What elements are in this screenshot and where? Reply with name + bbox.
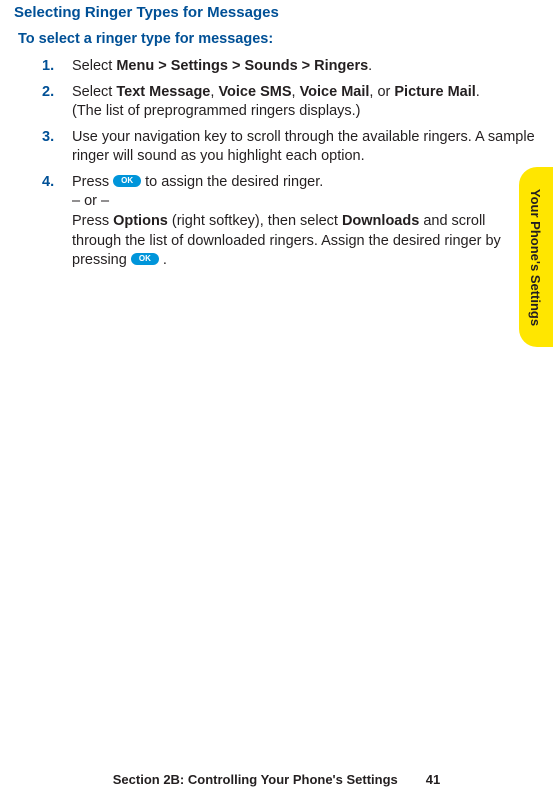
step-4: 4. Press OK to assign the desired ringer… (42, 173, 535, 271)
step-number: 3. (42, 128, 54, 148)
ok-button-icon: OK (131, 253, 159, 265)
settings-label: Settings (171, 58, 228, 74)
step-text: to assign the desired ringer. (141, 174, 323, 190)
step-3: 3. Use your navigation key to scroll thr… (42, 128, 535, 167)
step-text: Select (72, 84, 116, 100)
page-number: 41 (426, 772, 440, 787)
step-text: . (159, 252, 167, 268)
step-text-line2: (The list of preprogrammed ringers displ… (72, 103, 361, 119)
period: . (368, 58, 372, 74)
sounds-label: Sounds (244, 58, 297, 74)
step-text: Press (72, 174, 113, 190)
or-line: – or – (72, 193, 109, 209)
picture-mail-label: Picture Mail (394, 84, 475, 100)
footer-section: Section 2B: Controlling Your Phone's Set… (113, 772, 398, 787)
separator: > (298, 58, 315, 74)
separator: > (154, 58, 171, 74)
step-number: 1. (42, 57, 54, 77)
text-message-label: Text Message (116, 84, 210, 100)
voice-sms-label: Voice SMS (218, 84, 291, 100)
step-text: (right softkey), then select (168, 213, 342, 229)
comma-or: , or (369, 84, 394, 100)
ringers-label: Ringers (314, 58, 368, 74)
period: . (476, 84, 480, 100)
step-number: 4. (42, 173, 54, 193)
ok-button-icon: OK (113, 175, 141, 187)
step-number: 2. (42, 83, 54, 103)
page-footer: Section 2B: Controlling Your Phone's Set… (0, 772, 553, 787)
step-1: 1. Select Menu > Settings > Sounds > Rin… (42, 57, 535, 77)
separator: > (228, 58, 245, 74)
voice-mail-label: Voice Mail (300, 84, 370, 100)
downloads-label: Downloads (342, 213, 419, 229)
step-2: 2. Select Text Message, Voice SMS, Voice… (42, 83, 535, 122)
menu-label: Menu (116, 58, 154, 74)
options-label: Options (113, 213, 168, 229)
intro-text: To select a ringer type for messages: (18, 31, 535, 47)
section-heading: Selecting Ringer Types for Messages (14, 4, 535, 21)
comma: , (292, 84, 300, 100)
side-tab-label: Your Phone's Settings (529, 188, 544, 325)
step-text: Press (72, 213, 113, 229)
steps-list: 1. Select Menu > Settings > Sounds > Rin… (42, 57, 535, 271)
step-text: Use your navigation key to scroll throug… (72, 129, 535, 165)
step-text: Select (72, 58, 116, 74)
page-content: Selecting Ringer Types for Messages To s… (0, 0, 553, 271)
side-tab: Your Phone's Settings (519, 167, 553, 347)
